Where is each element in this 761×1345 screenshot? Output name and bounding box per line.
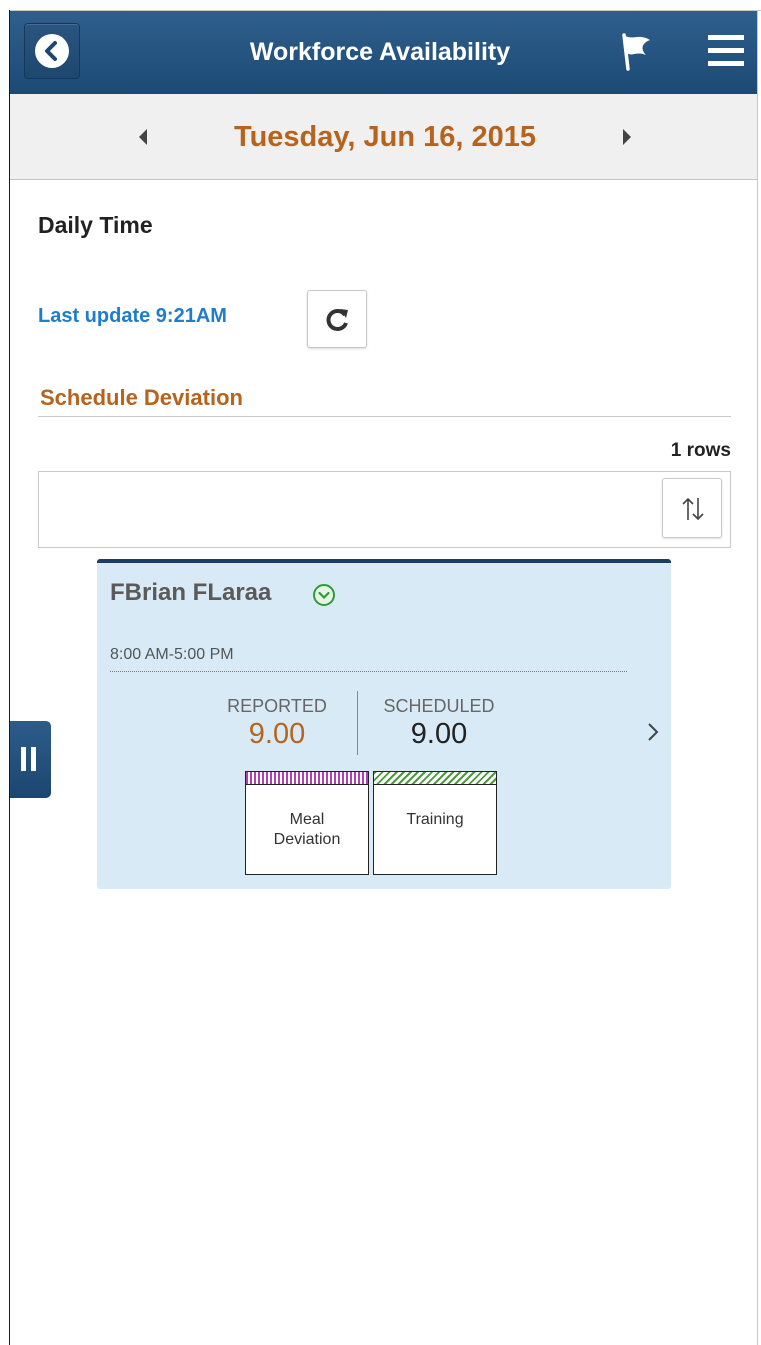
chevron-left-icon [35, 34, 69, 68]
expand-circle-icon[interactable] [312, 583, 336, 607]
sort-button[interactable] [662, 478, 722, 538]
current-date: Tuesday, Jun 16, 2015 [234, 121, 536, 153]
employee-name: FBrian FLaraa [110, 579, 272, 606]
pause-bar-icon [21, 747, 26, 771]
date-navigation-bar: Tuesday, Jun 16, 2015 [10, 94, 757, 180]
shift-time: 8:00 AM-5:00 PM [110, 646, 234, 663]
tag-label-line: Training [406, 811, 464, 828]
chevron-right-icon[interactable] [646, 721, 660, 743]
scheduled-label: SCHEDULED [383, 696, 495, 716]
tag-label-line: Meal [289, 811, 325, 828]
grid-title: Schedule Deviation [40, 385, 243, 410]
next-day-icon[interactable] [618, 127, 634, 147]
frame-left-border [9, 10, 10, 1345]
refresh-button[interactable] [307, 290, 367, 348]
page-title: Workforce Availability [249, 38, 511, 66]
tag-label: Meal Deviation [246, 810, 368, 850]
back-button[interactable] [24, 23, 80, 79]
sort-icon [682, 497, 704, 521]
section-title: Daily Time [38, 212, 153, 238]
tag-pattern-stripe [374, 772, 496, 785]
refresh-icon [326, 309, 348, 331]
app-header: Workforce Availability [10, 11, 757, 94]
grid-title-divider [38, 416, 731, 417]
dotted-divider [110, 671, 627, 672]
pause-bar-icon [31, 747, 36, 771]
hamburger-menu-icon[interactable] [706, 33, 746, 69]
tag-label-line: Deviation [273, 831, 341, 848]
training-tag: Training [373, 771, 497, 875]
rows-count: 1 rows [670, 440, 731, 461]
previous-day-icon[interactable] [136, 127, 152, 147]
scheduled-value: 9.00 [410, 718, 468, 750]
reported-value: 9.00 [248, 718, 306, 750]
last-update-text: Last update 9:21AM [38, 305, 227, 327]
metric-divider [357, 691, 358, 755]
side-panel-toggle[interactable] [10, 721, 51, 798]
meal-deviation-tag: Meal Deviation [245, 771, 369, 875]
grid-toolbar [38, 471, 731, 548]
tag-pattern-stripe [246, 772, 368, 785]
tag-label: Training [374, 810, 496, 830]
flag-icon[interactable] [616, 31, 656, 71]
frame-right-border [757, 10, 758, 1345]
employee-card[interactable]: FBrian FLaraa 8:00 AM-5:00 PM REPORTED 9… [97, 559, 671, 889]
reported-label: REPORTED [227, 696, 327, 716]
